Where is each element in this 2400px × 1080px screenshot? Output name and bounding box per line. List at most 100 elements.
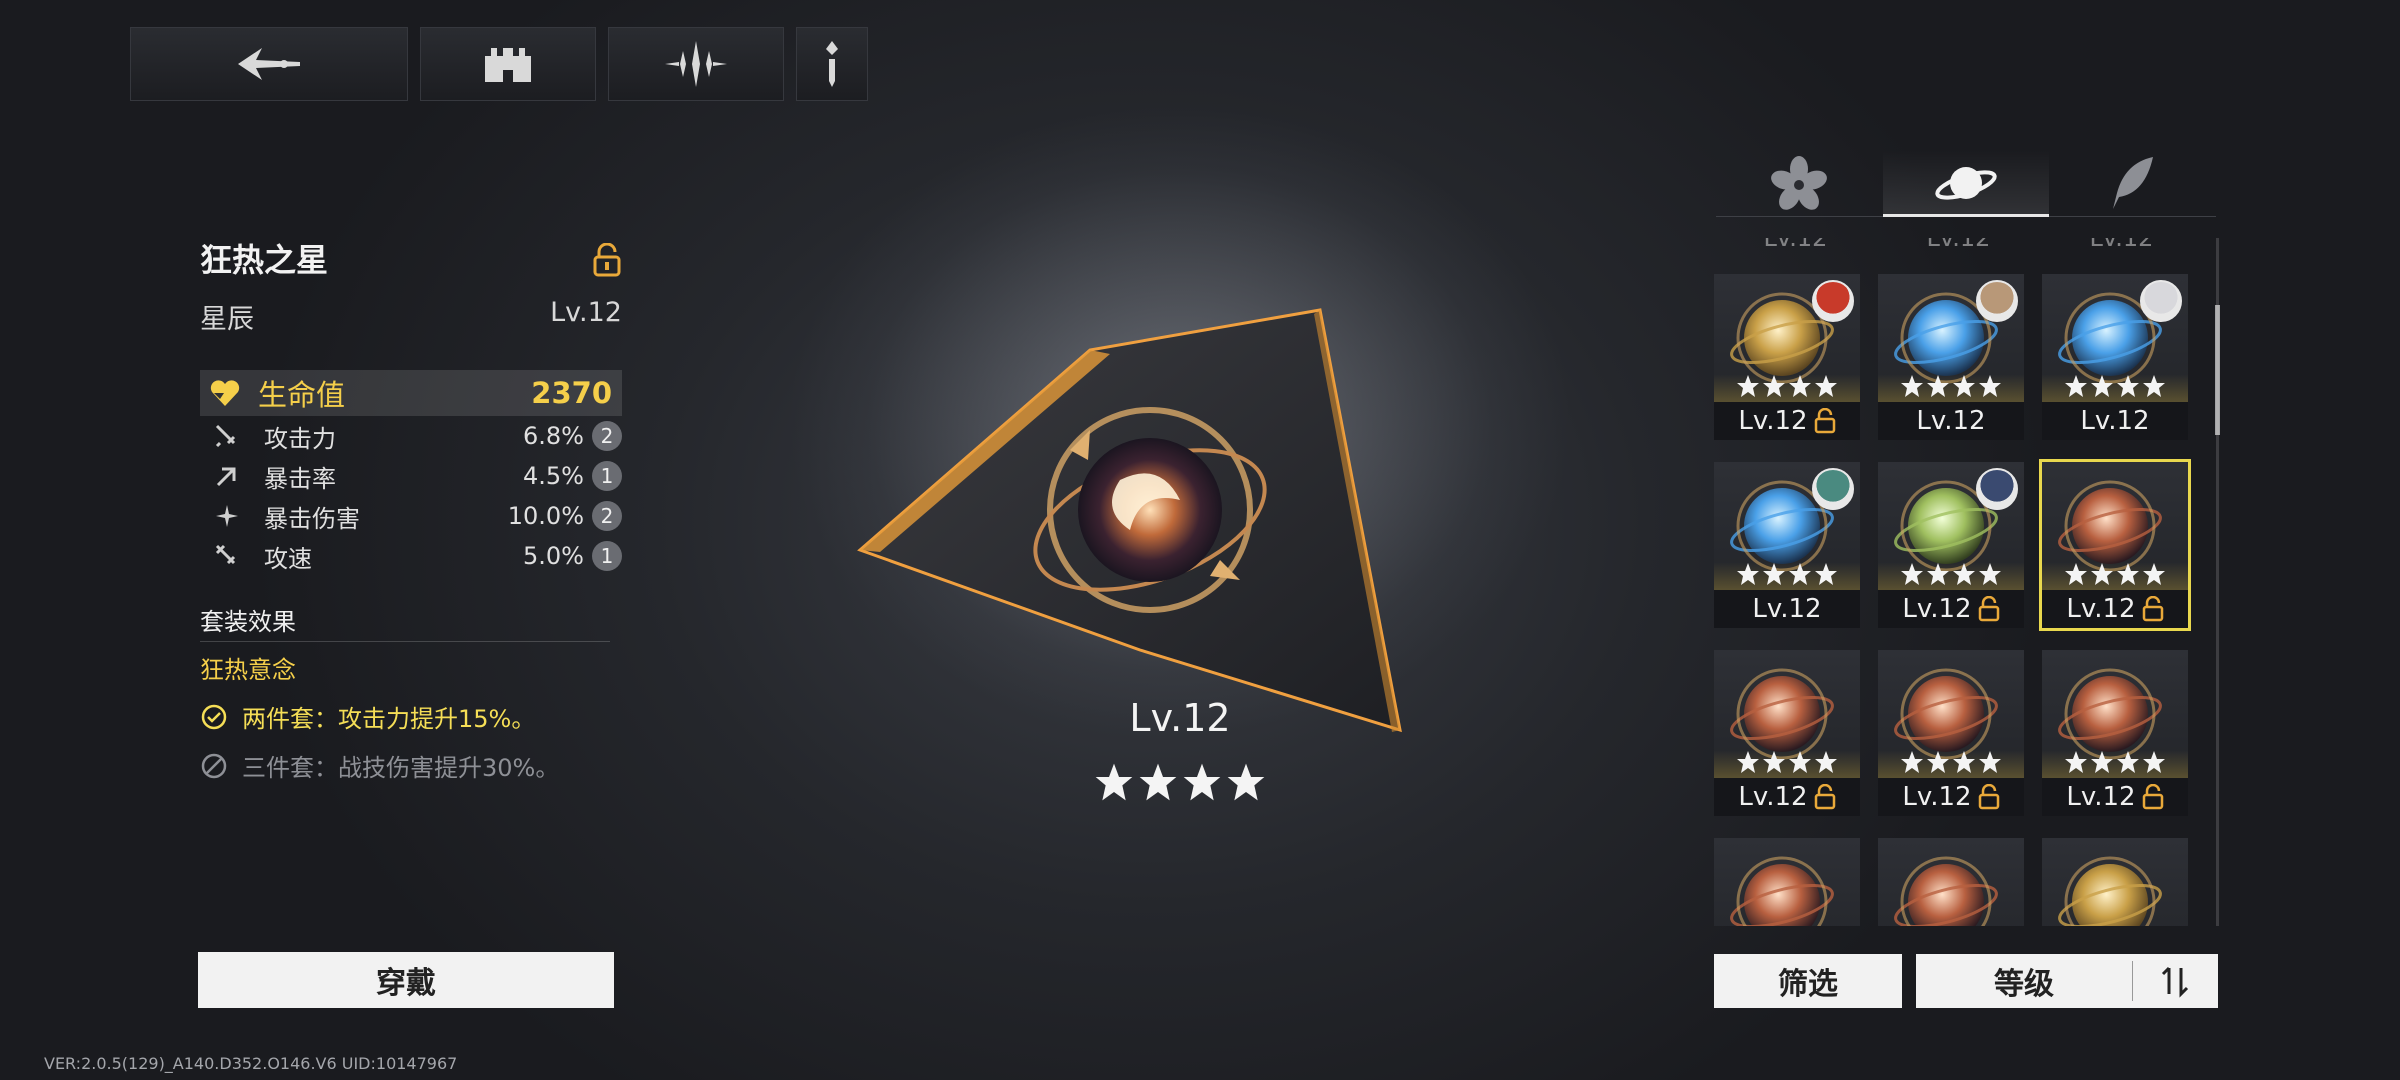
inventory-card[interactable]: Lv.12 [1878, 650, 2024, 816]
center-level: Lv.12 [1129, 696, 1231, 740]
roll-count-badge: 2 [592, 421, 622, 451]
sub-stat-label: 攻速 [264, 544, 312, 573]
set-effect-3pc: 三件套：战技伤害提升30%。 [200, 748, 622, 783]
sub-stat-label: 攻击力 [264, 424, 336, 453]
sword-icon [215, 424, 236, 448]
crit-arrow-icon [216, 467, 236, 487]
inventory-grid: Lv.12 Lv.12 Lv.12 Lv.12 Lv.12 Lv.12 Lv.1… [1714, 238, 2214, 926]
star-icon [1139, 763, 1177, 801]
card-level-bar: Lv.12 [2042, 402, 2188, 440]
card-stars [1878, 562, 2024, 590]
inventory-card[interactable]: Lv.12 [1714, 650, 1860, 816]
star-icon [1953, 751, 1975, 773]
burst-icon [216, 505, 238, 527]
spark-button[interactable] [608, 27, 784, 101]
inventory-card[interactable]: Lv.12 [1878, 462, 2024, 628]
item-detail-panel: 狂热之星 星辰 Lv.12 生命值 2370 攻击力 6.8% 2 暴击率 4.… [200, 235, 622, 783]
roll-count-badge: 1 [592, 461, 622, 491]
heart-icon [210, 380, 240, 406]
lock-icon [1978, 596, 1999, 622]
sub-stat-value: 5.0% [523, 542, 584, 570]
inventory-card[interactable]: Lv.12 [2039, 459, 2191, 631]
inventory-card[interactable]: Lv.12 [1878, 274, 2024, 440]
info-button[interactable] [796, 27, 868, 101]
scrollbar-thumb[interactable] [2215, 305, 2220, 435]
star-icon [2143, 375, 2165, 397]
wear-button[interactable]: 穿戴 [198, 952, 614, 1008]
sub-stat-label: 暴击率 [264, 464, 336, 493]
star-icon [1979, 375, 2001, 397]
card-stars [1878, 750, 2024, 778]
level-text: Lv.12 [2089, 238, 2154, 252]
lock-icon [1814, 784, 1835, 810]
card-level-bar: Lv.12 [2042, 778, 2188, 816]
star-icon [1953, 563, 1975, 585]
inventory-card[interactable] [1714, 838, 1860, 926]
card-level: Lv.12 [1916, 406, 1986, 436]
card-level: Lv.12 [1752, 594, 1822, 624]
card-stars [2042, 374, 2188, 402]
check-circle-icon [201, 704, 227, 729]
inventory-card[interactable]: Lv.12 [1714, 462, 1860, 628]
character-avatar [1976, 280, 2018, 322]
card-level: Lv.12 [1902, 594, 1972, 624]
card-stars [1714, 562, 1860, 590]
star-icon [2117, 563, 2139, 585]
item-level: Lv.12 [550, 297, 622, 328]
tab-flower[interactable] [1716, 150, 1883, 216]
star-icon [2091, 375, 2113, 397]
card-stars [1714, 750, 1860, 778]
set-effect-title: 套装效果 [200, 602, 610, 642]
star-icon [1901, 375, 1923, 397]
inventory-card[interactable] [2042, 838, 2188, 926]
card-level: Lv.12 [2066, 782, 2136, 812]
filter-button[interactable]: 筛选 [1714, 954, 1902, 1008]
gem-art [1730, 856, 1834, 926]
disabled-circle-icon [201, 753, 227, 778]
sort-label: 等级 [1994, 967, 2054, 1002]
sub-stat-row: 暴击率 4.5% 1 [200, 456, 622, 496]
star-icon [1737, 375, 1759, 397]
inventory-card[interactable]: Lv.12 [1714, 274, 1860, 440]
flower-icon [1771, 156, 1828, 210]
tab-planet[interactable] [1882, 150, 2050, 217]
star-icon [1927, 375, 1949, 397]
castle-button[interactable] [420, 27, 596, 101]
back-button[interactable] [130, 27, 408, 101]
star-icon [1927, 751, 1949, 773]
sub-stat-row: 攻速 5.0% 1 [200, 536, 622, 576]
star-icon [1953, 375, 1975, 397]
sort-button[interactable]: 等级 [1916, 954, 2218, 1008]
speed-sword-icon [215, 544, 236, 565]
character-avatar [1812, 280, 1854, 322]
card-level-bar: Lv.12 [1714, 778, 1860, 816]
star-icon [1789, 751, 1811, 773]
roll-count-badge: 1 [592, 541, 622, 571]
card-level: Lv.12 [1738, 782, 1808, 812]
top-nav [130, 27, 868, 101]
card-level: Lv.12 [2066, 594, 2136, 624]
tab-feather[interactable] [2049, 150, 2216, 216]
star-icon [1815, 751, 1837, 773]
star-icon [2065, 563, 2087, 585]
inventory-card[interactable]: Lv.12 [2042, 274, 2188, 440]
lock-icon [1814, 408, 1835, 434]
planet-icon [1935, 167, 1997, 200]
main-stat-label: 生命值 [258, 378, 346, 412]
sort-order-toggle[interactable] [2133, 964, 2218, 998]
center-stars [1080, 762, 1280, 802]
gem-art [2058, 856, 2162, 926]
star-icon [1227, 763, 1265, 801]
card-stars [1714, 374, 1860, 402]
inventory-card[interactable]: Lv.12 [2042, 650, 2188, 816]
sub-stat-value: 6.8% [523, 422, 584, 450]
star-icon [2117, 751, 2139, 773]
card-level-bar: Lv.12 [1714, 402, 1860, 440]
star-icon [1979, 563, 2001, 585]
character-avatar [1976, 468, 2018, 510]
lock-icon [2142, 784, 2163, 810]
card-stars [1878, 374, 2024, 402]
inventory-card[interactable] [1878, 838, 2024, 926]
star-icon [1763, 563, 1785, 585]
unlock-icon[interactable] [592, 243, 622, 277]
